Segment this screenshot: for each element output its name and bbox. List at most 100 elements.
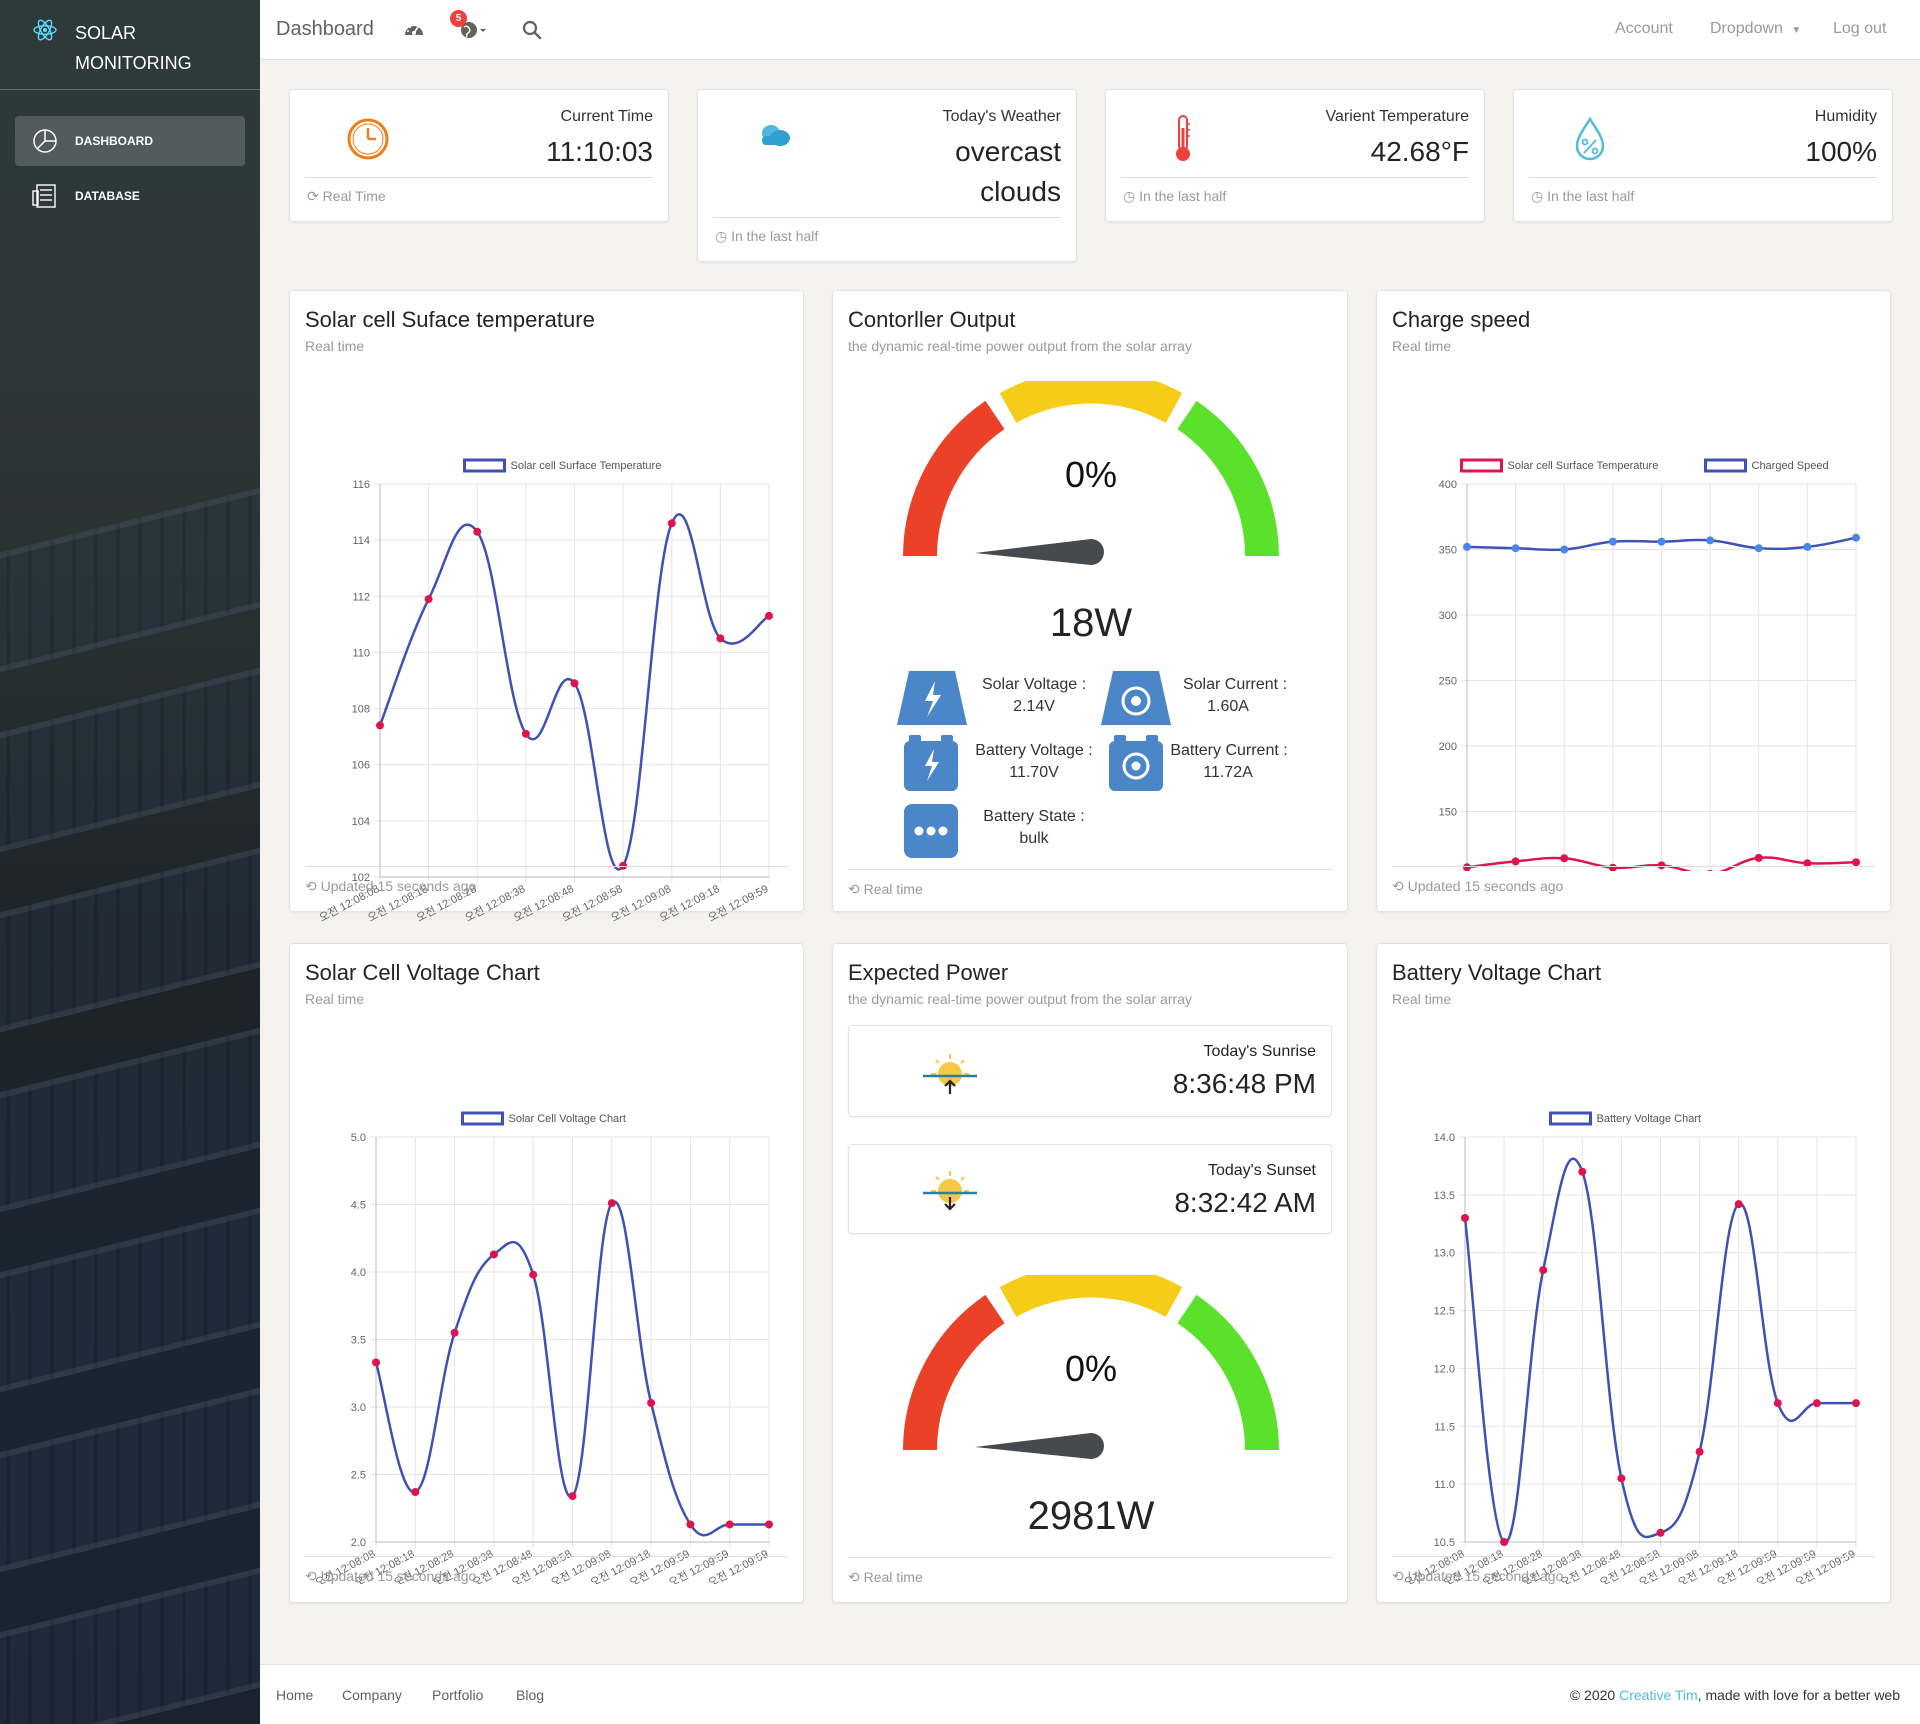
- account-link[interactable]: Account: [1615, 20, 1673, 38]
- page-title[interactable]: Dashboard: [276, 18, 374, 41]
- legend-label[interactable]: Solar Cell Voltage Chart: [509, 1113, 626, 1125]
- expected-power-gauge: 0%: [903, 1275, 1279, 1459]
- data-point[interactable]: [1734, 1200, 1743, 1209]
- card-title: Charge speed: [1392, 307, 1531, 332]
- data-point[interactable]: [1852, 858, 1860, 867]
- footer-link-home[interactable]: Home: [276, 1687, 313, 1703]
- data-point[interactable]: [1754, 544, 1763, 553]
- y-tick-label: 112: [352, 591, 370, 603]
- data-point[interactable]: [1560, 545, 1569, 554]
- charge-speed-card: Charge speed Real time Solar cell Surfac…: [1376, 290, 1891, 912]
- data-point[interactable]: [686, 1520, 695, 1529]
- data-point[interactable]: [765, 611, 773, 620]
- speedometer-icon[interactable]: [403, 19, 425, 41]
- data-point[interactable]: [1511, 857, 1520, 866]
- background-panel: [0, 1017, 260, 1223]
- search-icon[interactable]: [521, 19, 543, 41]
- solar-voltage-chart: Solar Cell Voltage Chart 2.0 2.5 3.0 3.5 4.0 4…: [313, 1111, 773, 1584]
- data-point[interactable]: [568, 1492, 577, 1501]
- sidebar-item-database[interactable]: DATABASE: [15, 171, 245, 221]
- data-point[interactable]: [1656, 1528, 1665, 1537]
- data-point[interactable]: [1852, 533, 1860, 542]
- data-point[interactable]: [473, 527, 482, 536]
- footer-link-blog[interactable]: Blog: [516, 1687, 544, 1703]
- battery-state-label: Battery State :: [983, 808, 1085, 825]
- data-point[interactable]: [521, 729, 530, 738]
- legend-label[interactable]: Charged Speed: [1752, 460, 1829, 472]
- data-point[interactable]: [372, 1358, 380, 1367]
- creative-tim-link[interactable]: Creative Tim: [1619, 1687, 1698, 1703]
- data-point[interactable]: [1706, 536, 1715, 545]
- y-tick-label: 114: [352, 535, 370, 547]
- data-point[interactable]: [411, 1488, 420, 1497]
- data-point[interactable]: [1706, 869, 1714, 871]
- data-point[interactable]: [1695, 1447, 1704, 1456]
- data-point[interactable]: [725, 1520, 734, 1529]
- data-point[interactable]: [1578, 1167, 1587, 1176]
- logo[interactable]: SOLAR MONITORING: [0, 0, 260, 90]
- server-icon: [32, 184, 56, 208]
- data-point[interactable]: [1617, 1474, 1626, 1483]
- stat-label: Varient Temperature: [1325, 108, 1469, 125]
- data-point[interactable]: [1539, 1266, 1548, 1275]
- data-point[interactable]: [765, 1520, 773, 1529]
- legend-swatch[interactable]: [1460, 458, 1503, 473]
- power-value: 18W: [1049, 601, 1133, 645]
- battery-voltage-icon: [904, 735, 958, 791]
- data-point[interactable]: [570, 679, 579, 688]
- divider: [305, 177, 653, 178]
- data-point[interactable]: [607, 1199, 616, 1208]
- logout-link[interactable]: Log out: [1833, 20, 1886, 38]
- y-tick-label: 10.5: [1434, 1537, 1455, 1549]
- data-point[interactable]: [1852, 1399, 1860, 1408]
- data-point[interactable]: [376, 721, 384, 730]
- data-point[interactable]: [1500, 1538, 1509, 1546]
- data-point[interactable]: [529, 1270, 538, 1279]
- data-point[interactable]: [647, 1398, 656, 1407]
- data-point[interactable]: [1463, 542, 1471, 551]
- card-subtitle: Real time: [305, 338, 365, 354]
- battery-state-value: bulk: [1019, 830, 1049, 847]
- legend-swatch[interactable]: [1549, 1111, 1592, 1126]
- data-point[interactable]: [1803, 542, 1812, 551]
- data-point[interactable]: [489, 1250, 498, 1259]
- legend-swatch[interactable]: [461, 1111, 504, 1126]
- data-point[interactable]: [424, 595, 433, 604]
- data-point[interactable]: [716, 634, 725, 643]
- data-point[interactable]: [450, 1328, 459, 1337]
- gauge-needle: [975, 539, 1104, 565]
- data-point[interactable]: [1773, 1399, 1782, 1408]
- data-point[interactable]: [667, 519, 676, 528]
- legend-label[interactable]: Solar cell Surface Temperature: [1508, 460, 1659, 472]
- legend-swatch[interactable]: [1704, 458, 1747, 473]
- battery-state-icon: [904, 804, 958, 858]
- footer-link-company[interactable]: Company: [342, 1687, 402, 1703]
- dropdown-menu[interactable]: Dropdown ▼: [1710, 20, 1801, 38]
- y-tick-label: 3.5: [351, 1335, 366, 1347]
- caret-down-icon: ▼: [1791, 25, 1802, 36]
- legend-label[interactable]: Solar cell Surface Temperature: [511, 460, 662, 472]
- data-point[interactable]: [1608, 537, 1617, 546]
- data-point[interactable]: [1608, 863, 1617, 871]
- history-icon: ⟲: [305, 1568, 317, 1584]
- gauge-needle: [975, 1433, 1104, 1459]
- data-point[interactable]: [1560, 854, 1569, 863]
- sidebar-item-dashboard[interactable]: DASHBOARD: [15, 116, 245, 166]
- data-point[interactable]: [1461, 1214, 1469, 1222]
- data-point[interactable]: [1657, 537, 1666, 546]
- legend-label[interactable]: Battery Voltage Chart: [1597, 1113, 1702, 1125]
- stat-footer: ⟳ Real Time: [307, 188, 386, 204]
- data-point[interactable]: [1754, 853, 1763, 862]
- divider: [713, 217, 1061, 218]
- sunrise-label: Today's Sunrise: [1203, 1043, 1316, 1060]
- data-point[interactable]: [1511, 544, 1520, 553]
- sidebar: SOLAR MONITORING DASHBOARD DATABASE: [0, 0, 260, 1724]
- stat-value: 100%: [1805, 136, 1877, 167]
- footer-link-portfolio[interactable]: Portfolio: [432, 1687, 483, 1703]
- sunset-icon: [923, 1171, 977, 1211]
- battery-voltage-chart: Battery Voltage Chart 10.5 11.0 11.5 12.0 12.…: [1402, 1111, 1860, 1584]
- data-point[interactable]: [1463, 863, 1471, 871]
- card-footer: ⟲ Updated 15 seconds ago: [1392, 1568, 1564, 1584]
- data-point[interactable]: [1812, 1399, 1821, 1408]
- legend-swatch[interactable]: [463, 458, 506, 473]
